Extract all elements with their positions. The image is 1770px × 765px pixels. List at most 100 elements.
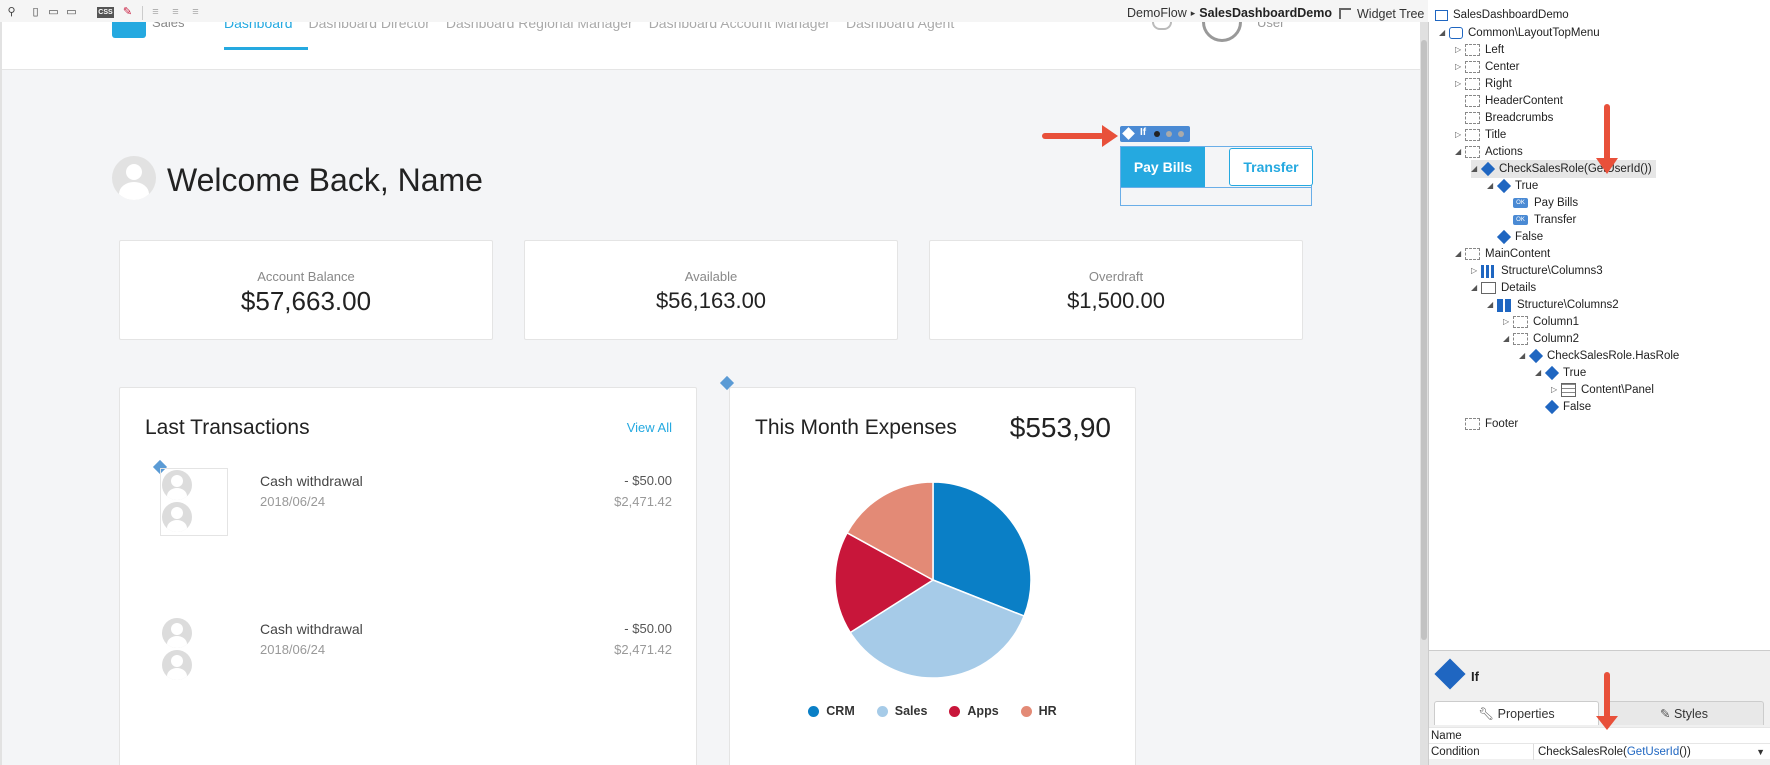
branch-extra-dot[interactable] <box>1178 131 1184 137</box>
tree-item[interactable]: ◢ Common\LayoutTopMenu <box>1439 24 1600 42</box>
tree-item[interactable]: OK Transfer <box>1503 211 1576 229</box>
tree-item[interactable]: ◢ CheckSalesRole(GetUserId()) <box>1471 160 1656 178</box>
align-right-icon[interactable]: ≡ <box>188 5 203 20</box>
tree-item[interactable]: False <box>1487 228 1543 246</box>
card-value: $57,663.00 <box>240 286 372 316</box>
placeholder-icon <box>1465 44 1480 56</box>
phone-icon[interactable]: ▯ <box>28 5 43 20</box>
property-condition-value[interactable]: CheckSalesRole(GetUserId()) <box>1533 744 1761 760</box>
tree-label: Structure\Columns3 <box>1501 265 1603 277</box>
legend-item-hr[interactable]: HR <box>1020 704 1057 718</box>
legend-item-crm[interactable]: CRM <box>808 704 855 718</box>
tree-toggle-icon[interactable]: ▷ <box>1503 313 1513 331</box>
tree-item[interactable]: ▷ Title <box>1455 126 1506 144</box>
if-icon <box>1544 399 1560 415</box>
tree-label: Transfer <box>1534 214 1577 226</box>
pay-bills-button[interactable]: Pay Bills <box>1121 147 1205 187</box>
tree-item[interactable]: False <box>1535 398 1591 416</box>
tree-label: Title <box>1485 129 1507 141</box>
tree-item[interactable]: ◢ Structure\Columns2 <box>1487 296 1619 314</box>
legend-swatch <box>808 705 820 717</box>
search-icon[interactable]: ⚲ <box>4 5 19 20</box>
tree-item[interactable]: ▷ Center <box>1455 58 1520 76</box>
theme-icon[interactable]: ✎ <box>120 5 135 20</box>
tree-item[interactable]: ◢ Details <box>1471 279 1536 297</box>
branch-true-dot[interactable] <box>1154 131 1160 137</box>
tree-toggle-icon[interactable]: ◢ <box>1487 177 1497 195</box>
nav-dashboard-regional-manager[interactable]: Dashboard Regional Manager <box>446 22 633 31</box>
tree-item[interactable]: ◢ MainContent <box>1455 245 1550 263</box>
user-avatar[interactable] <box>1202 22 1242 42</box>
desktop-icon[interactable]: ▭ <box>64 5 79 20</box>
align-left-icon[interactable]: ≡ <box>148 5 163 20</box>
tree-toggle-icon[interactable]: ◢ <box>1455 143 1465 161</box>
tree-toggle-icon[interactable]: ▷ <box>1455 126 1465 144</box>
toolbar-divider <box>142 6 143 20</box>
widget-tree-tab[interactable]: Widget Tree <box>1337 4 1424 24</box>
tree-toggle-icon[interactable]: ◢ <box>1503 330 1513 348</box>
bell-icon[interactable] <box>1152 22 1172 30</box>
scrollbar-thumb[interactable] <box>1421 40 1427 640</box>
tree-toggle-icon[interactable]: ▷ <box>1551 381 1561 399</box>
user-name[interactable]: User <box>1257 22 1284 30</box>
if-widget-selector[interactable]: If <box>1120 126 1190 142</box>
align-center-icon[interactable]: ≡ <box>168 5 183 20</box>
tree-label: False <box>1515 231 1544 243</box>
tree-toggle-icon[interactable]: ◢ <box>1471 160 1481 178</box>
tree-label: Structure\Columns2 <box>1517 299 1619 311</box>
tree-root[interactable]: SalesDashboardDemo <box>1435 6 1569 24</box>
nav-dashboard-account-manager[interactable]: Dashboard Account Manager <box>649 22 830 31</box>
tree-toggle-icon[interactable]: ▷ <box>1455 41 1465 59</box>
branch-false-dot[interactable] <box>1166 131 1172 137</box>
placeholder-icon <box>1465 418 1480 430</box>
tree-item[interactable]: ▷ Column1 <box>1503 313 1579 331</box>
panel-icon <box>1561 383 1576 397</box>
tree-item[interactable]: ◢ True <box>1487 177 1538 195</box>
if-icon <box>1528 348 1544 364</box>
dropdown-arrow-icon[interactable]: ▼ <box>1756 744 1765 760</box>
tree-item[interactable]: ◢ True <box>1535 364 1586 382</box>
nav-dashboard-agent[interactable]: Dashboard Agent <box>846 22 954 31</box>
transfer-button[interactable]: Transfer <box>1229 148 1313 186</box>
tree-toggle-icon[interactable]: ◢ <box>1519 347 1529 365</box>
tree-toggle-icon[interactable]: ◢ <box>1439 24 1449 42</box>
nav-dashboard-director[interactable]: Dashboard Director <box>309 22 430 31</box>
actions-placeholder: Pay Bills Transfer <box>1120 146 1313 206</box>
tree-item[interactable]: Breadcrumbs <box>1455 109 1553 127</box>
annotation-arrow-if <box>1042 133 1104 139</box>
tree-toggle-icon[interactable]: ◢ <box>1535 364 1545 382</box>
button-icon: OK <box>1513 198 1528 208</box>
nav-dashboard[interactable]: Dashboard <box>224 22 293 31</box>
tab-properties[interactable]: 🔧︎ Properties <box>1434 701 1599 725</box>
view-all-link[interactable]: View All <box>627 420 672 435</box>
tree-item[interactable]: ▷ Structure\Columns3 <box>1471 262 1603 280</box>
css-icon[interactable]: CSS <box>97 7 114 18</box>
screen-canvas: Sales Dashboard Dashboard Director Dashb… <box>0 22 1420 765</box>
tree-item[interactable]: ▷ Right <box>1455 75 1512 93</box>
tree-item[interactable]: OK Pay Bills <box>1503 194 1578 212</box>
tree-toggle-icon[interactable]: ◢ <box>1487 296 1497 314</box>
tab-styles[interactable]: ✎ Styles <box>1604 701 1764 725</box>
tree-toggle-icon[interactable]: ◢ <box>1471 279 1481 297</box>
tree-item[interactable]: ◢ Actions <box>1455 143 1523 161</box>
legend-item-sales[interactable]: Sales <box>876 704 927 718</box>
widget-tree-icon <box>1339 8 1351 19</box>
transaction-amount: - $50.00 <box>624 473 672 488</box>
tree-item[interactable]: ▷ Content\Panel <box>1551 381 1654 399</box>
tree-toggle-icon[interactable]: ▷ <box>1471 262 1481 280</box>
tree-toggle-icon[interactable]: ▷ <box>1455 58 1465 76</box>
tablet-icon[interactable]: ▭ <box>46 5 61 20</box>
tree-toggle-icon[interactable]: ▷ <box>1455 75 1465 93</box>
tree-label: HeaderContent <box>1485 95 1563 107</box>
property-condition-row[interactable]: Condition CheckSalesRole(GetUserId()) ▼ <box>1429 743 1770 760</box>
tree-item[interactable]: ◢ Column2 <box>1503 330 1579 348</box>
tree-toggle-icon[interactable]: ◢ <box>1455 245 1465 263</box>
tree-item[interactable]: Footer <box>1455 415 1518 433</box>
tree-item[interactable]: ▷ Left <box>1455 41 1504 59</box>
tree-item[interactable]: ◢ CheckSalesRole.HasRole <box>1519 347 1679 365</box>
panel-title: This Month Expenses <box>755 416 957 439</box>
tree-item[interactable]: HeaderContent <box>1455 92 1563 110</box>
card-label: Account Balance <box>257 269 355 284</box>
legend-item-apps[interactable]: Apps <box>949 704 999 718</box>
widget-tree-label: Widget Tree <box>1357 7 1425 21</box>
